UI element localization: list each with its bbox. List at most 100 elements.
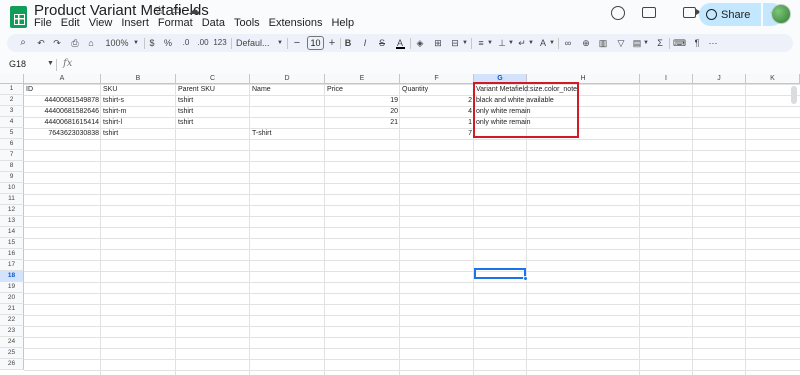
column-header-j[interactable]: J xyxy=(693,74,746,84)
borders-icon[interactable]: ⊞ xyxy=(432,34,444,52)
decrease-decimal-button[interactable]: .0 xyxy=(179,34,193,52)
spell-check-icon[interactable]: ¶ xyxy=(691,34,703,52)
meet-icon[interactable] xyxy=(683,7,701,18)
version-history-icon[interactable] xyxy=(611,6,625,20)
input-tools-icon[interactable]: ⌨ xyxy=(673,34,686,52)
strikethrough-button[interactable]: S xyxy=(377,34,387,52)
filter-views-icon[interactable]: ▤ xyxy=(631,34,643,52)
italic-button[interactable]: I xyxy=(360,34,370,52)
font-size-input[interactable]: 10 xyxy=(307,36,324,50)
decrease-font-size-button[interactable]: − xyxy=(292,34,302,52)
column-header-b[interactable]: B xyxy=(101,74,176,84)
paint-format-icon[interactable]: ⌂ xyxy=(85,34,97,52)
data-cell[interactable]: 44400681549878 xyxy=(24,95,101,106)
data-cell[interactable]: 4 xyxy=(400,106,474,117)
row-header-16[interactable]: 16 xyxy=(0,249,24,260)
row-header-2[interactable]: 2 xyxy=(0,95,24,106)
data-cell[interactable]: 21 xyxy=(325,117,400,128)
row-header-15[interactable]: 15 xyxy=(0,238,24,249)
print-icon[interactable]: ⎙ xyxy=(69,34,81,52)
halign-chevron-down-icon[interactable]: ▼ xyxy=(487,34,493,52)
data-cell[interactable]: 44400681615414 xyxy=(24,117,101,128)
filter-icon[interactable]: ▽ xyxy=(615,34,627,52)
increase-font-size-button[interactable]: + xyxy=(327,34,337,52)
data-cell[interactable]: 44400681582646 xyxy=(24,106,101,117)
row-header-20[interactable]: 20 xyxy=(0,293,24,304)
fill-color-icon[interactable]: ◈ xyxy=(414,34,426,52)
text-wrapping-icon[interactable]: ↵ xyxy=(516,34,528,52)
data-cell[interactable]: 20 xyxy=(325,106,400,117)
valign-chevron-down-icon[interactable]: ▼ xyxy=(508,34,514,52)
column-header-i[interactable]: I xyxy=(640,74,693,84)
row-header-7[interactable]: 7 xyxy=(0,150,24,161)
header-cell[interactable]: Quantity xyxy=(400,84,430,95)
header-cell[interactable]: Name xyxy=(250,84,273,95)
row-header-25[interactable]: 25 xyxy=(0,348,24,359)
bold-button[interactable]: B xyxy=(343,34,353,52)
vertical-align-icon[interactable]: ⊥ xyxy=(496,34,508,52)
number-format-button[interactable]: 123 xyxy=(212,34,228,52)
data-cell[interactable]: tshirt xyxy=(101,128,120,139)
currency-format-button[interactable]: $ xyxy=(147,34,157,52)
undo-icon[interactable]: ↶ xyxy=(35,34,47,52)
percent-format-button[interactable]: % xyxy=(163,34,173,52)
row-header-14[interactable]: 14 xyxy=(0,227,24,238)
row-header-5[interactable]: 5 xyxy=(0,128,24,139)
share-button[interactable]: Share xyxy=(699,3,761,26)
row-header-24[interactable]: 24 xyxy=(0,337,24,348)
comments-icon[interactable] xyxy=(642,7,656,18)
header-cell[interactable]: SKU xyxy=(101,84,119,95)
insert-link-icon[interactable]: ∞ xyxy=(562,34,574,52)
data-cell[interactable]: tshirt xyxy=(176,117,195,128)
select-all-corner[interactable] xyxy=(0,74,24,84)
zoom-chevron-down-icon[interactable]: ▼ xyxy=(132,34,140,52)
row-header-23[interactable]: 23 xyxy=(0,326,24,337)
font-chevron-down-icon[interactable]: ▼ xyxy=(276,34,284,52)
column-header-a[interactable]: A xyxy=(24,74,101,84)
name-box[interactable]: G18 xyxy=(9,59,26,69)
header-cell[interactable]: Price xyxy=(325,84,345,95)
insert-comment-icon[interactable]: ⊕ xyxy=(580,34,592,52)
more-formats-icon[interactable]: ⋯ xyxy=(707,34,719,52)
row-header-10[interactable]: 10 xyxy=(0,183,24,194)
zoom-select[interactable]: 100% xyxy=(103,34,131,52)
wrap-chevron-down-icon[interactable]: ▼ xyxy=(528,34,534,52)
functions-button[interactable]: Σ xyxy=(654,34,666,52)
data-cell[interactable]: tshirt xyxy=(176,95,195,106)
text-rotation-icon[interactable]: A xyxy=(537,34,549,52)
redo-icon[interactable]: ↷ xyxy=(51,34,63,52)
data-cell[interactable]: 19 xyxy=(325,95,400,106)
user-avatar[interactable] xyxy=(771,4,791,24)
fill-handle[interactable] xyxy=(523,276,528,281)
row-header-26[interactable]: 26 xyxy=(0,359,24,370)
column-header-k[interactable]: K xyxy=(746,74,800,84)
data-cell[interactable]: tshirt-s xyxy=(101,95,126,106)
column-header-c[interactable]: C xyxy=(176,74,250,84)
filter-views-chevron-down-icon[interactable]: ▼ xyxy=(643,34,649,52)
row-header-8[interactable]: 8 xyxy=(0,161,24,172)
column-header-f[interactable]: F xyxy=(400,74,474,84)
horizontal-align-icon[interactable]: ≡ xyxy=(475,34,487,52)
row-header-22[interactable]: 22 xyxy=(0,315,24,326)
row-header-17[interactable]: 17 xyxy=(0,260,24,271)
header-cell[interactable]: ID xyxy=(24,84,35,95)
column-header-e[interactable]: E xyxy=(325,74,400,84)
data-cell[interactable]: tshirt-m xyxy=(101,106,128,117)
row-header-1[interactable]: 1 xyxy=(0,84,24,95)
merge-cells-icon[interactable]: ⊟ xyxy=(449,34,461,52)
row-header-18[interactable]: 18 xyxy=(0,271,24,282)
text-color-button[interactable]: A xyxy=(395,34,405,52)
data-cell[interactable]: tshirt xyxy=(176,106,195,117)
vertical-scrollbar[interactable] xyxy=(791,86,797,104)
row-header-4[interactable]: 4 xyxy=(0,117,24,128)
column-header-d[interactable]: D xyxy=(250,74,325,84)
name-box-chevron-down-icon[interactable]: ▼ xyxy=(47,60,54,67)
row-header-3[interactable]: 3 xyxy=(0,106,24,117)
data-cell[interactable]: 7 xyxy=(400,128,474,139)
row-header-11[interactable]: 11 xyxy=(0,194,24,205)
data-cell[interactable]: T-shirt xyxy=(250,128,273,139)
header-cell[interactable]: Parent SKU xyxy=(176,84,217,95)
data-cell[interactable]: 7643623030838 xyxy=(24,128,101,139)
insert-chart-icon[interactable]: ▥ xyxy=(597,34,609,52)
search-menus-icon[interactable]: ⌕ xyxy=(17,34,29,52)
